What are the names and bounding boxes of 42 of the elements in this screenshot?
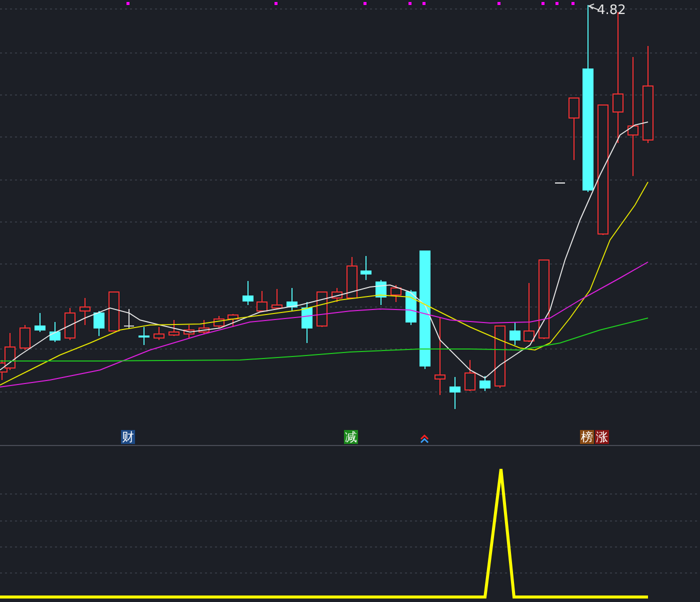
event-tag: 榜 <box>580 430 594 444</box>
rising-candle <box>464 360 476 392</box>
event-tag: 减 <box>344 430 358 444</box>
rising-candle <box>198 320 210 334</box>
rising-candle <box>568 98 580 160</box>
rising-candle <box>272 288 282 310</box>
falling-candle <box>406 290 416 326</box>
falling-candle <box>50 322 60 342</box>
high-price-label: 4.82 <box>597 3 626 18</box>
falling-candle <box>94 310 104 336</box>
falling-candle <box>376 280 386 306</box>
falling-candle <box>360 256 372 280</box>
doji-candle <box>124 308 134 330</box>
rising-candle <box>214 316 224 328</box>
event-tag: 涨 <box>595 430 609 444</box>
falling-candle <box>450 376 460 410</box>
rising-candle <box>332 288 342 302</box>
falling-candle <box>302 302 312 344</box>
rising-candle <box>316 292 328 328</box>
rising-candle <box>168 320 180 336</box>
price-dash <box>554 182 566 184</box>
rising-candle <box>108 292 120 332</box>
falling-candle <box>510 322 520 346</box>
falling-candle <box>138 326 150 346</box>
pointer-arrow-icon <box>588 4 600 10</box>
rising-candle <box>256 290 268 312</box>
rising-candle <box>228 314 238 328</box>
rising-candle <box>346 256 358 300</box>
falling-candle <box>34 312 46 332</box>
rising-candle <box>390 284 402 302</box>
rising-candle <box>64 308 76 340</box>
rising-candle <box>80 298 90 326</box>
rising-candle <box>184 324 194 338</box>
falling-candle <box>242 280 254 306</box>
event-tag: 财 <box>121 430 135 444</box>
chevron-up-icon <box>420 434 429 443</box>
falling-candle <box>480 376 490 392</box>
rising-candle <box>154 326 164 340</box>
rising-candle <box>524 282 534 342</box>
rising-candle <box>20 324 30 350</box>
rising-candle <box>494 326 506 388</box>
falling-candle <box>286 288 298 312</box>
